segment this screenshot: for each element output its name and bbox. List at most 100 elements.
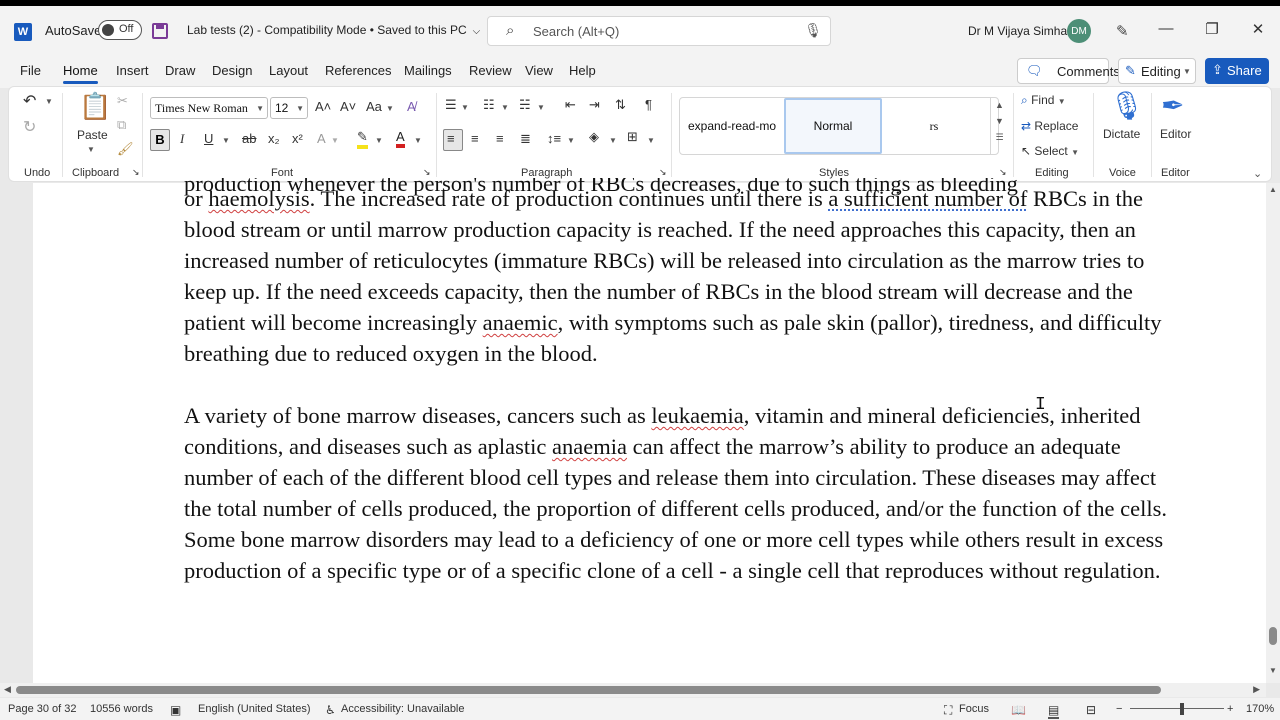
scroll-left-icon[interactable]: ◀ bbox=[4, 684, 11, 695]
accessibility-status[interactable]: Accessibility: Unavailable bbox=[341, 703, 465, 715]
tab-review[interactable]: Review bbox=[469, 63, 512, 78]
highlight-icon[interactable]: ✎ bbox=[357, 129, 368, 149]
sort-icon[interactable]: ⇅ bbox=[615, 97, 626, 113]
designer-pen-icon[interactable]: ✎ bbox=[1116, 22, 1129, 40]
paste-icon[interactable]: 📋 bbox=[79, 91, 111, 122]
scroll-thumb[interactable] bbox=[1269, 627, 1277, 645]
chevron-down-icon[interactable]: ▼ bbox=[567, 136, 575, 145]
misspelled-word[interactable]: leukaemia bbox=[651, 403, 743, 428]
chevron-down-icon[interactable]: ▼ bbox=[647, 136, 655, 145]
close-button[interactable]: ✕ bbox=[1246, 20, 1270, 38]
dialog-launcher-icon[interactable]: ↘ bbox=[423, 167, 431, 178]
strikethrough-button[interactable]: ab bbox=[242, 131, 256, 146]
focus-button[interactable]: Focus bbox=[959, 703, 989, 715]
cut-icon[interactable]: ✂ bbox=[117, 93, 128, 109]
more-styles-icon[interactable]: ☰ bbox=[991, 132, 1008, 143]
autosave-toggle[interactable]: Off bbox=[98, 20, 142, 40]
paste-label[interactable]: Paste bbox=[77, 128, 108, 142]
tab-references[interactable]: References bbox=[325, 63, 391, 78]
superscript-button[interactable]: x² bbox=[292, 131, 303, 146]
align-center-icon[interactable]: ≡ bbox=[471, 131, 479, 146]
redo-icon[interactable]: ↻ bbox=[23, 117, 36, 137]
numbering-icon[interactable]: ☷ bbox=[483, 97, 495, 113]
share-button[interactable]: ⇪ Share bbox=[1205, 58, 1269, 84]
tab-file[interactable]: File bbox=[20, 63, 41, 78]
chevron-down-icon[interactable]: ▼ bbox=[991, 116, 1008, 126]
zoom-in-icon[interactable]: + bbox=[1227, 703, 1233, 715]
select-button[interactable]: ↖ Select ▼ bbox=[1021, 144, 1079, 158]
save-icon[interactable] bbox=[152, 23, 168, 39]
decrease-indent-icon[interactable]: ⇤ bbox=[565, 97, 576, 113]
font-color-icon[interactable]: A bbox=[396, 129, 405, 148]
language[interactable]: English (United States) bbox=[198, 703, 311, 715]
editor-button[interactable]: Editor bbox=[1160, 127, 1191, 141]
chevron-down-icon[interactable]: ▼ bbox=[537, 103, 545, 112]
style-expand-read-mo[interactable]: expand-read-mo bbox=[684, 98, 780, 154]
editing-mode-button[interactable]: ✎ Editing ▼ bbox=[1118, 58, 1196, 84]
copy-icon[interactable]: ⧉ bbox=[117, 117, 126, 133]
microphone-icon[interactable]: 🎙 bbox=[804, 22, 822, 39]
scroll-thumb[interactable] bbox=[16, 686, 1161, 694]
chevron-down-icon[interactable]: ▼ bbox=[609, 136, 617, 145]
scroll-up-icon[interactable]: ▲ bbox=[1269, 185, 1277, 194]
bullets-icon[interactable]: ☰ bbox=[445, 97, 457, 113]
scroll-down-icon[interactable]: ▼ bbox=[1269, 666, 1277, 675]
clear-formatting-icon[interactable]: A̸ bbox=[407, 99, 416, 114]
tab-design[interactable]: Design bbox=[212, 63, 252, 78]
style-normal[interactable]: Normal bbox=[784, 98, 882, 154]
replace-button[interactable]: ⇄ Replace bbox=[1021, 119, 1078, 133]
restore-button[interactable]: ❐ bbox=[1200, 20, 1224, 38]
subscript-button[interactable]: x₂ bbox=[268, 131, 280, 146]
document-body[interactable]: or haemolysis. The increased rate of pro… bbox=[184, 183, 1184, 586]
line-spacing-icon[interactable]: ↕≡ bbox=[547, 131, 561, 146]
shrink-font-icon[interactable]: A˅ bbox=[340, 99, 356, 114]
misspelled-word[interactable]: anaemic bbox=[483, 310, 558, 335]
chevron-down-icon[interactable]: ▼ bbox=[386, 104, 394, 113]
tab-view[interactable]: View bbox=[525, 63, 553, 78]
shading-icon[interactable]: ◈ bbox=[589, 129, 599, 145]
justify-icon[interactable]: ≣ bbox=[520, 131, 531, 147]
avatar[interactable]: DM bbox=[1067, 19, 1091, 43]
collapse-ribbon-icon[interactable]: ⌄ bbox=[1253, 167, 1262, 180]
chevron-down-icon[interactable]: ▼ bbox=[414, 136, 422, 145]
chevron-down-icon[interactable]: ▼ bbox=[45, 97, 53, 106]
dialog-launcher-icon[interactable]: ↘ bbox=[999, 167, 1007, 178]
bold-button[interactable]: B bbox=[150, 129, 170, 151]
grammar-flag[interactable]: a sufficient number of bbox=[828, 186, 1027, 211]
misspelled-word[interactable]: anaemia bbox=[552, 434, 627, 459]
font-size-select[interactable]: 12 ▼ bbox=[270, 97, 308, 119]
chevron-down-icon[interactable]: ▼ bbox=[501, 103, 509, 112]
misspelled-word[interactable]: haemolysis bbox=[208, 186, 309, 211]
align-right-icon[interactable]: ≡ bbox=[496, 131, 504, 146]
show-formatting-icon[interactable]: ¶ bbox=[645, 97, 652, 112]
chevron-up-icon[interactable]: ▲ bbox=[991, 100, 1008, 110]
chevron-down-icon[interactable]: ▼ bbox=[87, 145, 95, 154]
minimize-button[interactable]: — bbox=[1154, 20, 1178, 37]
find-button[interactable]: ⌕ Find ▼ bbox=[1021, 93, 1066, 108]
web-layout-icon[interactable]: ⊟ bbox=[1086, 703, 1096, 717]
chevron-down-icon[interactable]: ▼ bbox=[461, 103, 469, 112]
chevron-down-icon[interactable]: ▼ bbox=[375, 136, 383, 145]
horizontal-scrollbar[interactable]: ◀ ▶ bbox=[0, 683, 1266, 697]
font-name-select[interactable]: Times New Roman ▼ bbox=[150, 97, 268, 119]
borders-icon[interactable]: ⊞ bbox=[627, 129, 638, 145]
grow-font-icon[interactable]: A˄ bbox=[315, 99, 331, 114]
tab-draw[interactable]: Draw bbox=[165, 63, 195, 78]
style-rs[interactable]: rs bbox=[886, 98, 982, 154]
tab-mailings[interactable]: Mailings bbox=[404, 63, 452, 78]
editor-pen-icon[interactable]: ✒ bbox=[1161, 89, 1184, 122]
underline-button[interactable]: U bbox=[204, 131, 213, 146]
undo-icon[interactable]: ↶ bbox=[23, 91, 36, 111]
page-count[interactable]: Page 30 of 32 bbox=[8, 703, 77, 715]
microphone-icon[interactable]: 🎙 bbox=[1109, 89, 1145, 122]
document-title[interactable]: Lab tests (2) - Compatibility Mode • Sav… bbox=[187, 23, 480, 37]
read-mode-icon[interactable]: 📖 bbox=[1011, 703, 1026, 717]
tab-layout[interactable]: Layout bbox=[269, 63, 308, 78]
styles-scroll[interactable]: ▲ ▼ ☰ bbox=[990, 97, 1008, 155]
increase-indent-icon[interactable]: ⇥ bbox=[589, 97, 600, 113]
zoom-slider[interactable] bbox=[1130, 708, 1224, 709]
tab-home[interactable]: Home bbox=[63, 63, 98, 84]
zoom-level[interactable]: 170% bbox=[1246, 703, 1274, 715]
proofing-icon[interactable]: ▣ bbox=[170, 703, 181, 717]
tab-help[interactable]: Help bbox=[569, 63, 596, 78]
